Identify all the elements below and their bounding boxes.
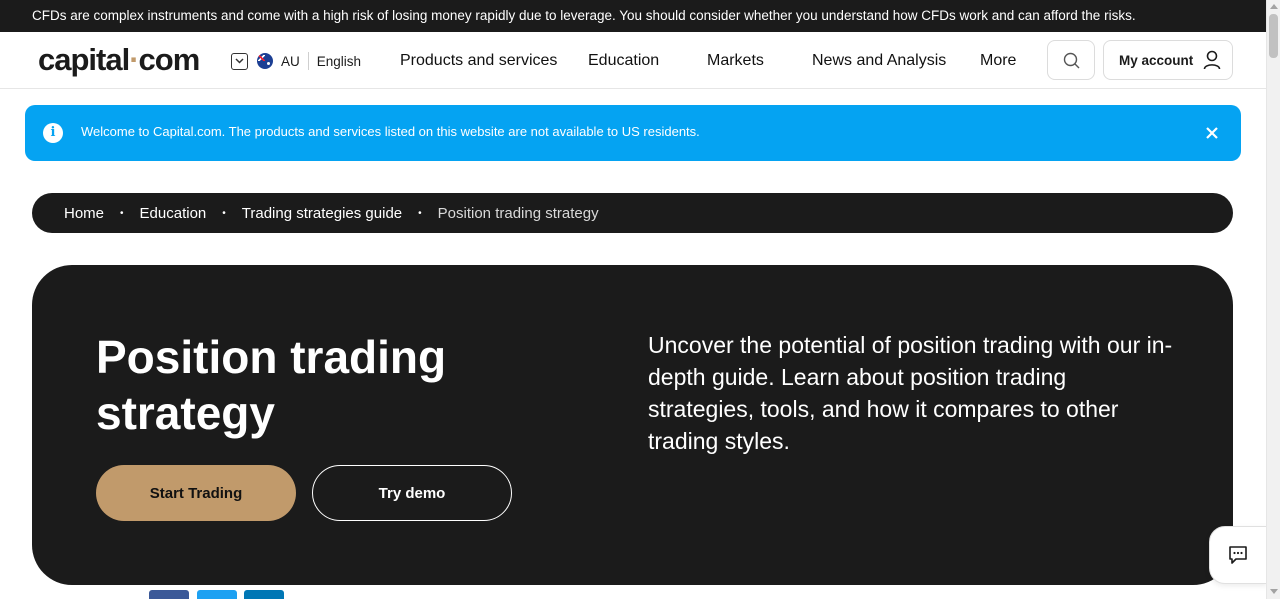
language-label[interactable]: English: [317, 54, 361, 69]
scroll-down-arrow-icon[interactable]: [1270, 589, 1278, 594]
share-linkedin-button[interactable]: [244, 590, 284, 599]
chevron-down-icon[interactable]: [231, 52, 248, 70]
breadcrumb-home[interactable]: Home: [64, 205, 104, 222]
welcome-banner: i Welcome to Capital.com. The products a…: [25, 105, 1241, 161]
region-language-selector[interactable]: AU English: [231, 51, 361, 71]
nav-more[interactable]: More: [980, 52, 1016, 70]
hero-description: Uncover the potential of position tradin…: [648, 332, 1173, 454]
site-header: capital·com AU English Products and serv…: [0, 32, 1266, 89]
logo-dot: ·: [129, 42, 139, 77]
logo-text-left: capital: [38, 42, 130, 77]
australia-flag-icon: [257, 53, 273, 69]
nav-news-and-analysis[interactable]: News and Analysis: [812, 52, 946, 70]
try-demo-button[interactable]: Try demo: [312, 465, 512, 521]
chat-button[interactable]: [1209, 526, 1267, 584]
logo-text-right: com: [138, 42, 201, 77]
share-twitter-button[interactable]: [197, 590, 237, 599]
scrollbar-thumb[interactable]: [1269, 14, 1278, 58]
breadcrumb-separator: •: [418, 207, 422, 219]
chat-icon: [1229, 546, 1247, 564]
breadcrumb-separator: •: [120, 207, 124, 219]
breadcrumb: Home • Education • Trading strategies gu…: [32, 193, 1233, 233]
breadcrumb-current: Position trading strategy: [437, 204, 599, 222]
content-continuation: [0, 585, 1266, 599]
risk-warning-bar: CFDs are complex instruments and come wi…: [0, 0, 1266, 32]
risk-warning-text: CFDs are complex instruments and come wi…: [32, 8, 1136, 23]
region-divider: [307, 52, 309, 70]
breadcrumb-education[interactable]: Education: [140, 205, 207, 222]
page: CFDs are complex instruments and come wi…: [0, 0, 1280, 599]
nav-products-and-services[interactable]: Products and services: [400, 52, 557, 70]
hero-section: Position trading strategy Uncover the po…: [32, 265, 1233, 585]
nav-markets[interactable]: Markets: [707, 52, 764, 70]
breadcrumb-trading-strategies-guide[interactable]: Trading strategies guide: [242, 205, 402, 222]
page-scrollbar[interactable]: [1266, 0, 1280, 599]
info-icon: i: [43, 123, 63, 143]
share-facebook-button[interactable]: [149, 590, 189, 599]
capital-com-logo[interactable]: capital·com: [38, 42, 201, 78]
search-icon: [1063, 52, 1079, 68]
start-trading-button[interactable]: Start Trading: [96, 465, 296, 521]
region-code[interactable]: AU: [281, 54, 300, 69]
scroll-up-arrow-icon[interactable]: [1270, 4, 1278, 9]
search-button[interactable]: [1047, 40, 1095, 80]
page-title: Position trading strategy: [96, 331, 447, 439]
welcome-message: Welcome to Capital.com. The products and…: [81, 124, 700, 139]
user-icon: [1203, 50, 1221, 70]
nav-education[interactable]: Education: [588, 52, 659, 70]
close-icon[interactable]: [1203, 124, 1221, 142]
my-account-button[interactable]: My account: [1103, 40, 1233, 80]
breadcrumb-separator: •: [222, 207, 226, 219]
my-account-label: My account: [1119, 52, 1194, 68]
